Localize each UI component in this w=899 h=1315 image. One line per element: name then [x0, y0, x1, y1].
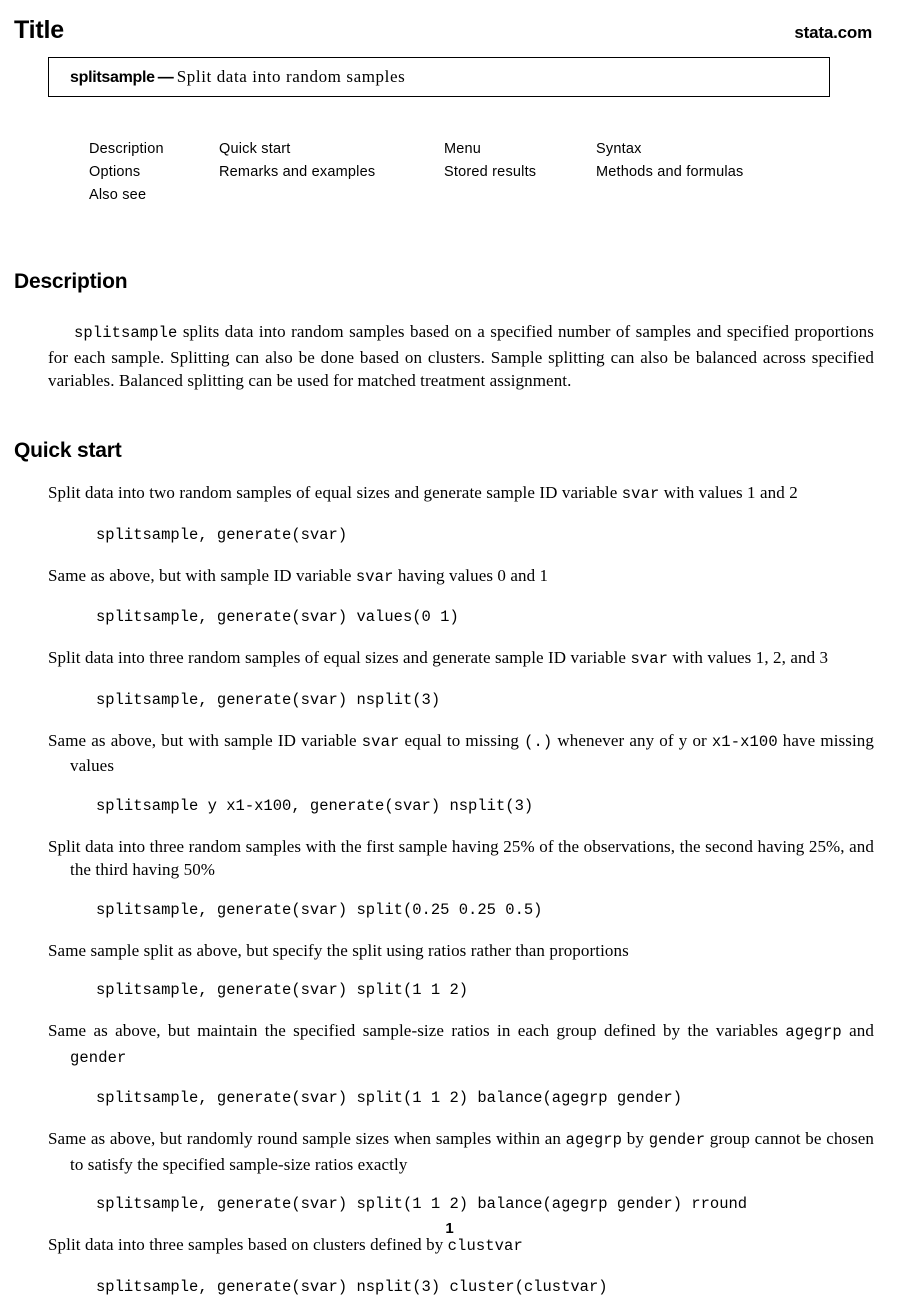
quick-start-entry: Same as above, but randomly round sample… — [48, 1127, 874, 1216]
inline-text: Same as above, but randomly round sample… — [48, 1129, 566, 1148]
nav-link-quick-start[interactable]: Quick start — [219, 138, 375, 161]
document-page: Title stata.com splitsample — Split data i… — [0, 0, 899, 1315]
quick-start-entry-text: Same sample split as above, but specify … — [48, 939, 874, 963]
inline-text: with values 1 and 2 — [659, 483, 798, 502]
inline-text: Split data into two random samples of eq… — [48, 483, 622, 502]
command-name: splitsample — [70, 69, 155, 86]
inline-text: Same as above, but with sample ID variab… — [48, 730, 362, 750]
quick-start-entry-code: splitsample, generate(svar) split(1 1 2) — [96, 981, 469, 999]
quick-start-list: Split data into two random samples of eq… — [48, 464, 874, 1309]
quick-start-entry-code: splitsample, generate(svar) nsplit(3) cl… — [96, 1277, 608, 1296]
command-title-box: splitsample — Split data into random sampl… — [48, 57, 830, 97]
quick-start-entry-text: Split data into three random samples wit… — [48, 835, 874, 882]
inline-code: x1-x100 — [711, 732, 778, 751]
command-description: Split data into random samples — [176, 67, 406, 86]
quick-start-entry: Split data into two random samples of eq… — [48, 481, 874, 547]
quick-start-entry-text: Same as above, but with sample ID variab… — [48, 729, 874, 778]
inline-code: (.) — [524, 732, 553, 751]
inline-text: equal to missing — [399, 730, 525, 750]
quick-start-entry: Same as above, but maintain the specifie… — [48, 1019, 874, 1110]
inline-text: having values 0 and 1 — [393, 565, 549, 585]
quick-start-entry: Split data into three random samples wit… — [48, 835, 874, 922]
inline-text: Split data into three samples based on c… — [48, 1235, 448, 1254]
inline-code: svar — [621, 485, 660, 503]
inline-text: Split data into three random samples of … — [48, 648, 631, 667]
inline-code: agegrp — [565, 1131, 623, 1149]
quick-start-entry: Same as above, but with sample ID variab… — [48, 729, 874, 818]
quick-start-entry: Same as above, but with sample ID variab… — [48, 564, 874, 630]
stata-com-label: stata.com — [794, 23, 872, 42]
quick-start-entry-text: Split data into three random samples of … — [48, 646, 874, 672]
inline-code: svar — [355, 567, 394, 586]
section-heading-description: Description — [14, 270, 128, 294]
quick-start-entry: Split data into three random samples of … — [48, 646, 874, 712]
nav-link-methods-and-formulas[interactable]: Methods and formulas — [596, 161, 743, 184]
quick-start-entry-code: splitsample, generate(svar) values(0 1) — [96, 608, 459, 626]
inline-code: gender — [70, 1048, 127, 1067]
inline-text: Same sample split as above, but specify … — [48, 940, 629, 960]
em-dash: — — [157, 69, 174, 86]
nav-column-1: Description Options Also see — [89, 138, 164, 207]
nav-link-stored-results[interactable]: Stored results — [444, 161, 536, 184]
page-number: 1 — [445, 1220, 454, 1237]
nav-link-menu[interactable]: Menu — [444, 138, 536, 161]
inline-code: agegrp — [785, 1023, 842, 1041]
quick-start-entry-text: Same as above, but with sample ID variab… — [48, 564, 874, 590]
quick-start-entry-code: splitsample y x1-x100, generate(svar) ns… — [96, 796, 534, 815]
inline-code: svar — [630, 650, 669, 668]
page-title: Title — [14, 16, 64, 44]
quick-start-entry-code: splitsample, generate(svar) split(0.25 0… — [96, 900, 543, 919]
description-paragraph: splitsample splits data into random samp… — [48, 320, 874, 393]
nav-link-description[interactable]: Description — [89, 138, 164, 161]
page-header: Title stata.com — [14, 16, 872, 44]
inline-code: clustvar — [447, 1237, 523, 1255]
nav-link-options[interactable]: Options — [89, 161, 164, 184]
inline-text: by — [622, 1129, 649, 1148]
section-heading-quick-start: Quick start — [14, 439, 122, 463]
quick-start-entry: Same sample split as above, but specify … — [48, 939, 874, 1003]
nav-column-2: Quick start Remarks and examples — [219, 138, 375, 184]
quick-start-entry-code: splitsample, generate(svar) nsplit(3) — [96, 690, 441, 709]
nav-link-syntax[interactable]: Syntax — [596, 138, 743, 161]
inline-text: Same as above, but maintain the specifie… — [48, 1021, 786, 1040]
inline-code: svar — [361, 732, 400, 751]
nav-column-3: Menu Stored results — [444, 138, 536, 184]
quick-start-entry-code: splitsample, generate(svar) split(1 1 2)… — [96, 1195, 748, 1213]
command-title-line: splitsample — Split data into random sampl… — [70, 67, 405, 87]
inline-text: whenever any of y or — [552, 730, 712, 750]
description-command-mono: splitsample — [74, 324, 178, 342]
inline-text: with values 1, 2, and 3 — [668, 648, 829, 667]
quick-start-entry-text: Same as above, but randomly round sample… — [48, 1127, 874, 1176]
nav-link-remarks-and-examples[interactable]: Remarks and examples — [219, 161, 375, 184]
inline-text: Same as above, but with sample ID variab… — [48, 565, 356, 585]
quick-start-entry-text: Split data into two random samples of eq… — [48, 481, 874, 507]
quick-start-entry-text: Same as above, but maintain the specifie… — [48, 1019, 874, 1070]
inline-text: Split data into three random samples wit… — [48, 836, 874, 880]
quick-start-entry: Split data into three samples based on c… — [48, 1233, 874, 1299]
nav-column-4: Syntax Methods and formulas — [596, 138, 743, 184]
inline-code: gender — [648, 1131, 706, 1149]
quick-start-entry-code: splitsample, generate(svar) — [96, 525, 348, 544]
inline-text: and — [841, 1021, 874, 1040]
quick-start-entry-code: splitsample, generate(svar) split(1 1 2)… — [96, 1089, 682, 1107]
nav-link-also-see[interactable]: Also see — [89, 184, 164, 207]
